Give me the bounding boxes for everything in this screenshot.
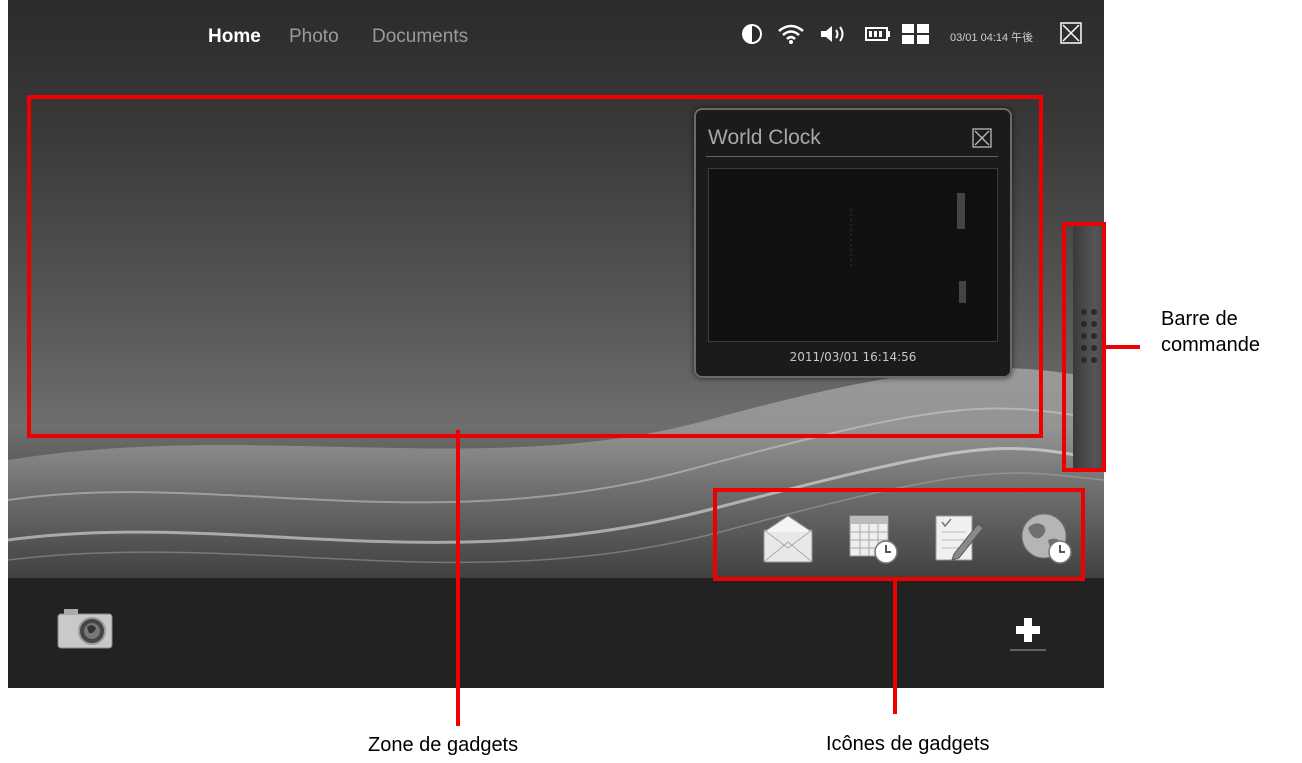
desktop-screen: Home Photo Documents 03/01 04:14 午後 Worl…	[8, 0, 1104, 688]
gadget-zone-caption: Zone de gadgets	[368, 734, 519, 756]
map-marks	[850, 193, 966, 303]
bottom-bar	[8, 578, 1104, 688]
calendar-clock-icon[interactable]	[844, 510, 900, 566]
add-icon[interactable]	[1008, 614, 1048, 654]
world-map-display	[708, 168, 998, 342]
battery-icon[interactable]	[864, 22, 892, 46]
divider	[706, 156, 998, 157]
gadget-zone-pointer	[456, 430, 460, 726]
volume-icon[interactable]	[818, 22, 850, 46]
layout-grid-icon[interactable]	[901, 22, 931, 46]
tab-home[interactable]: Home	[208, 26, 261, 48]
camera-globe-icon[interactable]	[56, 606, 116, 650]
world-clock-time: 2011/03/01 16:14:56	[789, 350, 917, 364]
status-datetime: 03/01 04:14 午後	[950, 32, 1034, 44]
command-bar-caption: Barre de commande	[1161, 308, 1260, 356]
world-clock-title: World Clock	[708, 126, 821, 149]
close-icon[interactable]	[1060, 22, 1082, 44]
close-icon[interactable]	[972, 128, 992, 148]
gadget-icons-pointer	[893, 578, 897, 714]
globe-clock-icon[interactable]	[1018, 510, 1074, 566]
wifi-icon[interactable]	[776, 22, 806, 46]
command-bar-pointer	[1104, 345, 1140, 349]
world-clock-gadget[interactable]: World Clock 2011/03/01 16:14:56	[694, 108, 1012, 378]
command-bar[interactable]	[1073, 225, 1104, 470]
gadget-icons-caption: Icônes de gadgets	[826, 733, 990, 755]
mail-icon[interactable]	[760, 510, 816, 566]
tab-photo[interactable]: Photo	[289, 26, 339, 48]
brightness-icon[interactable]	[740, 22, 764, 46]
top-bar: Home Photo Documents 03/01 04:14 午後	[8, 0, 1104, 70]
tab-documents[interactable]: Documents	[372, 26, 468, 48]
notes-pencil-icon[interactable]	[930, 510, 986, 566]
